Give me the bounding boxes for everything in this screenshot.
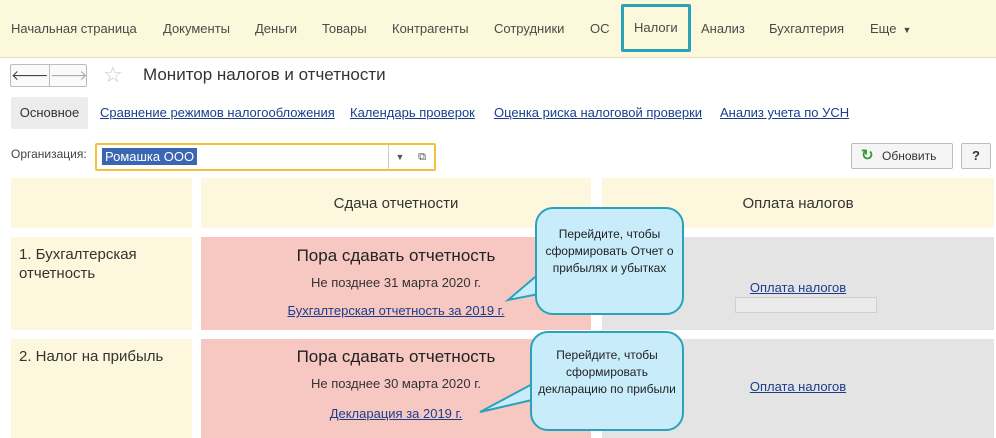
callout-text: Перейдите, чтобы сформировать Отчет о пр…: [545, 227, 674, 275]
callout-pointers: [479, 270, 551, 413]
callout-profit-declaration: Перейдите, чтобы сформировать декларацию…: [530, 331, 684, 431]
callout-text: Перейдите, чтобы сформировать декларацию…: [538, 348, 676, 396]
callout-profit-report: Перейдите, чтобы сформировать Отчет о пр…: [535, 207, 684, 315]
